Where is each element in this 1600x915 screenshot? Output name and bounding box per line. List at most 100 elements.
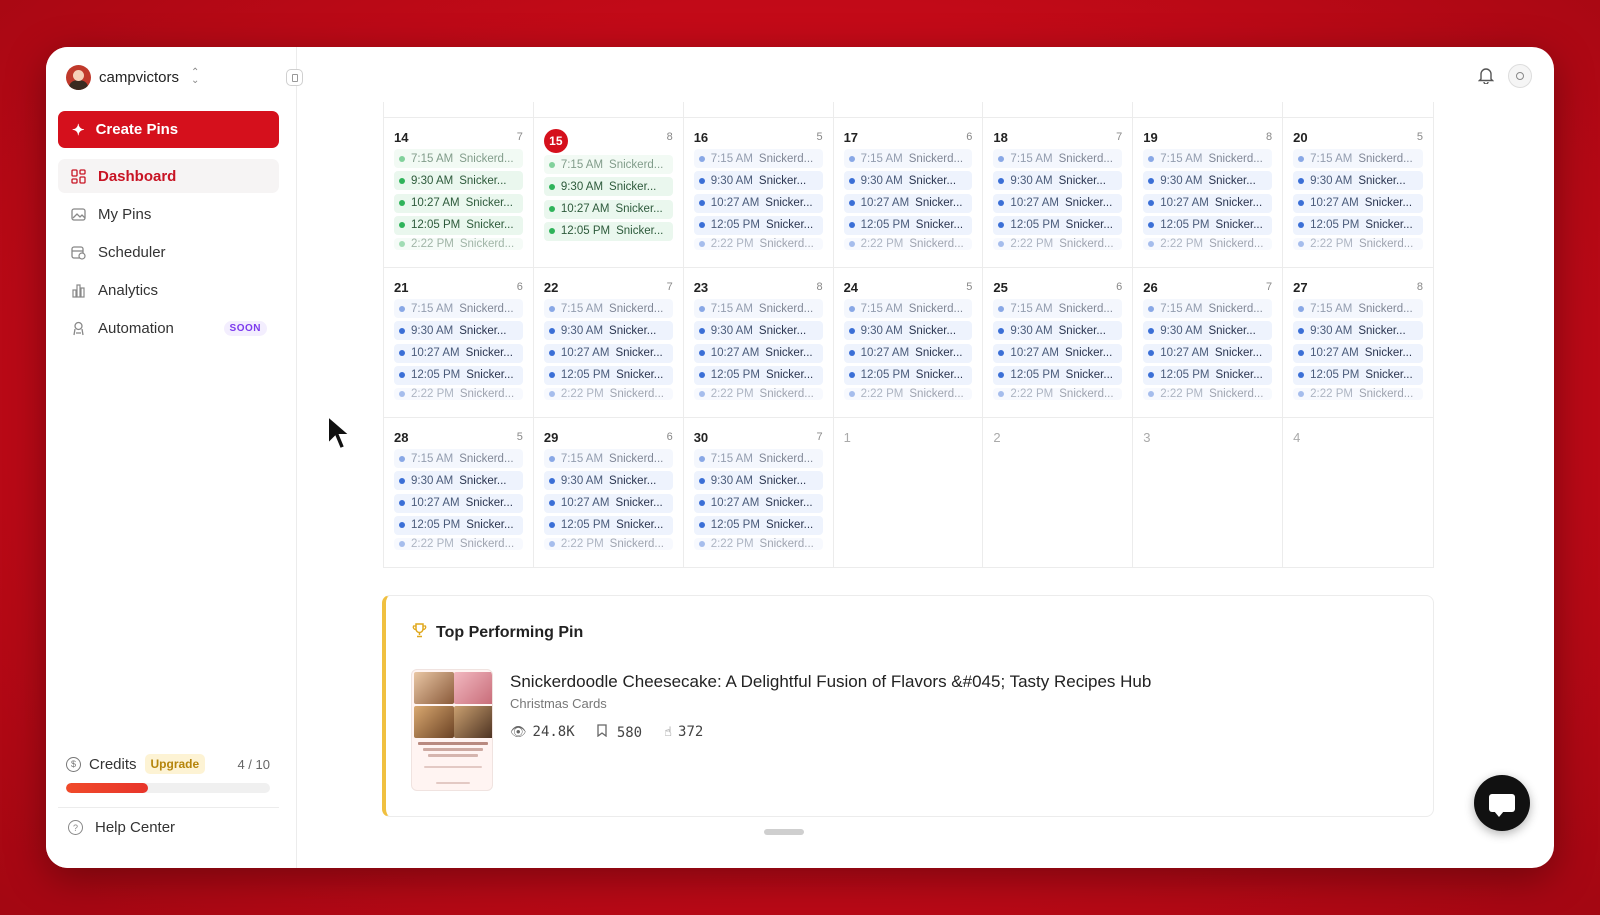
scheduled-pin-event[interactable]: 7:15 AM Snickerd... <box>543 449 673 468</box>
sidebar-item-my-pins[interactable]: My Pins <box>58 197 279 231</box>
help-center-link[interactable]: ? Help Center <box>68 819 175 836</box>
scheduled-pin-event[interactable]: 7:15 AM Snickerd... <box>993 299 1123 318</box>
scrollbar-handle[interactable] <box>764 829 804 835</box>
scheduled-pin-event[interactable]: 2:22 PM Snickerd... <box>1143 388 1273 401</box>
scheduled-pin-event[interactable]: 2:22 PM Snickerd... <box>843 388 973 401</box>
scheduled-pin-event[interactable]: 9:30 AM Snicker... <box>843 321 973 341</box>
scheduled-pin-event[interactable]: 10:27 AM Snicker... <box>1143 193 1273 213</box>
scheduled-pin-event[interactable]: 7:15 AM Snickerd... <box>1293 299 1423 318</box>
scheduled-pin-event[interactable]: 12:05 PM Snicker... <box>1293 215 1423 235</box>
sidebar-item-analytics[interactable]: Analytics <box>58 273 279 307</box>
scheduled-pin-event[interactable]: 12:05 PM Snicker... <box>693 215 823 235</box>
calendar-day-cell[interactable]: 19 8 7:15 AM Snickerd... 9:30 AM Snicker... 10… <box>1133 118 1284 268</box>
scheduled-pin-event[interactable]: 12:05 PM Snicker... <box>1143 215 1273 235</box>
user-avatar-button[interactable] <box>1508 64 1532 88</box>
pin-thumbnail[interactable] <box>411 669 493 791</box>
upgrade-button[interactable]: Upgrade <box>144 754 206 774</box>
sidebar-item-automation[interactable]: Automation SOON <box>58 311 279 345</box>
scheduled-pin-event[interactable]: 9:30 AM Snicker... <box>394 171 523 191</box>
scheduled-pin-event[interactable]: 10:27 AM Snicker... <box>993 343 1123 363</box>
calendar-day-cell[interactable]: 21 6 7:15 AM Snickerd... 9:30 AM Snicker... 10… <box>384 268 534 418</box>
scheduled-pin-event[interactable]: 2:22 PM Snickerd... <box>1293 238 1423 251</box>
calendar-day-cell[interactable]: 4 <box>1283 418 1433 568</box>
calendar-day-cell[interactable]: 22 7 7:15 AM Snickerd... 9:30 AM Snicker... 10… <box>533 268 684 418</box>
scheduled-pin-event[interactable]: 7:15 AM Snickerd... <box>693 299 823 318</box>
scheduled-pin-event[interactable]: 7:15 AM Snickerd... <box>1293 149 1423 168</box>
scheduled-pin-event[interactable]: 2:22 PM Snickerd... <box>1143 238 1273 251</box>
scheduled-pin-event[interactable]: 2:22 PM Snickerd... <box>543 538 673 551</box>
scheduled-pin-event[interactable]: 9:30 AM Snicker... <box>543 471 673 491</box>
scheduled-pin-event[interactable]: 9:30 AM Snicker... <box>693 321 823 341</box>
scheduled-pin-event[interactable]: 10:27 AM Snicker... <box>693 193 823 213</box>
calendar-day-cell[interactable]: 18 7 7:15 AM Snickerd... 9:30 AM Snicker... 10… <box>983 118 1134 268</box>
scheduled-pin-event[interactable]: 2:22 PM Snickerd... <box>693 238 823 251</box>
scheduled-pin-event[interactable]: 7:15 AM Snickerd... <box>394 449 523 468</box>
scheduled-pin-event[interactable]: 12:05 PM Snicker... <box>993 365 1123 385</box>
scheduled-pin-event[interactable]: 12:05 PM Snicker... <box>843 365 973 385</box>
scheduled-pin-event[interactable]: 10:27 AM Snicker... <box>843 193 973 213</box>
create-pins-button[interactable]: ✦ Create Pins <box>58 111 279 148</box>
scheduled-pin-event[interactable]: 12:05 PM Snicker... <box>543 365 673 385</box>
scheduled-pin-event[interactable]: 10:27 AM Snicker... <box>394 193 523 213</box>
scheduled-pin-event[interactable]: 12:05 PM Snicker... <box>1143 365 1273 385</box>
scheduled-pin-event[interactable]: 2:22 PM Snickerd... <box>394 388 523 401</box>
scheduled-pin-event[interactable]: 9:30 AM Snicker... <box>394 321 523 341</box>
calendar-day-cell[interactable]: 23 8 7:15 AM Snickerd... 9:30 AM Snicker... 10… <box>683 268 834 418</box>
scheduled-pin-event[interactable]: 9:30 AM Snicker... <box>843 171 973 191</box>
scheduled-pin-event[interactable]: 12:05 PM Snicker... <box>693 365 823 385</box>
calendar-day-cell[interactable]: 1 <box>834 418 984 568</box>
scheduled-pin-event[interactable]: 7:15 AM Snickerd... <box>543 155 673 174</box>
scheduled-pin-event[interactable]: 7:15 AM Snickerd... <box>394 149 523 168</box>
scheduled-pin-event[interactable]: 10:27 AM Snicker... <box>1293 193 1423 213</box>
scheduled-pin-event[interactable]: 12:05 PM Snicker... <box>543 515 673 535</box>
chat-support-button[interactable] <box>1474 775 1530 831</box>
scheduled-pin-event[interactable]: 7:15 AM Snickerd... <box>693 449 823 468</box>
scheduled-pin-event[interactable]: 7:15 AM Snickerd... <box>993 149 1123 168</box>
scheduled-pin-event[interactable]: 10:27 AM Snicker... <box>1143 343 1273 363</box>
scheduled-pin-event[interactable]: 2:22 PM Snickerd... <box>394 238 523 251</box>
calendar-day-cell[interactable]: 16 5 7:15 AM Snickerd... 9:30 AM Snicker... 10… <box>683 118 834 268</box>
scheduled-pin-event[interactable]: 10:27 AM Snicker... <box>543 493 673 513</box>
workspace-switcher[interactable]: campvictors ⌃ ⌄ <box>66 64 199 90</box>
calendar-day-cell[interactable]: 24 5 7:15 AM Snickerd... 9:30 AM Snicker... 10… <box>833 268 984 418</box>
scheduled-pin-event[interactable]: 2:22 PM Snickerd... <box>993 238 1123 251</box>
scheduled-pin-event[interactable]: 2:22 PM Snickerd... <box>993 388 1123 401</box>
scheduled-pin-event[interactable]: 2:22 PM Snickerd... <box>1293 388 1423 401</box>
sidebar-item-scheduler[interactable]: Scheduler <box>58 235 279 269</box>
scheduled-pin-event[interactable]: 9:30 AM Snicker... <box>693 171 823 191</box>
scheduled-pin-event[interactable]: 10:27 AM Snicker... <box>993 193 1123 213</box>
calendar-day-cell[interactable]: 30 7 7:15 AM Snickerd... 9:30 AM Snicker... 10… <box>684 418 834 568</box>
bell-icon[interactable] <box>1477 67 1496 85</box>
scheduled-pin-event[interactable]: 10:27 AM Snicker... <box>843 343 973 363</box>
scheduled-pin-event[interactable]: 2:22 PM Snickerd... <box>543 388 673 401</box>
scheduled-pin-event[interactable]: 7:15 AM Snickerd... <box>843 149 973 168</box>
scheduled-pin-event[interactable]: 9:30 AM Snicker... <box>693 471 823 491</box>
scheduled-pin-event[interactable]: 10:27 AM Snicker... <box>394 493 523 513</box>
scheduled-pin-event[interactable]: 12:05 PM Snicker... <box>993 215 1123 235</box>
scheduled-pin-event[interactable]: 12:05 PM Snicker... <box>843 215 973 235</box>
calendar-day-cell[interactable]: 17 6 7:15 AM Snickerd... 9:30 AM Snicker... 10… <box>833 118 984 268</box>
scheduled-pin-event[interactable]: 12:05 PM Snicker... <box>693 515 823 535</box>
sidebar-collapse-button[interactable] <box>286 69 303 86</box>
scheduled-pin-event[interactable]: 9:30 AM Snicker... <box>1293 171 1423 191</box>
scheduled-pin-event[interactable]: 7:15 AM Snickerd... <box>1143 149 1273 168</box>
scheduled-pin-event[interactable]: 12:05 PM Snicker... <box>394 515 523 535</box>
scheduled-pin-event[interactable]: 2:22 PM Snickerd... <box>394 538 523 551</box>
calendar-day-cell[interactable]: 20 5 7:15 AM Snickerd... 9:30 AM Snicker... 10… <box>1283 118 1433 268</box>
scheduled-pin-event[interactable]: 10:27 AM Snicker... <box>1293 343 1423 363</box>
scheduled-pin-event[interactable]: 10:27 AM Snicker... <box>543 343 673 363</box>
calendar-day-cell[interactable]: 15 8 7:15 AM Snickerd... 9:30 AM Snicker... 10… <box>533 118 684 268</box>
top-pin-title[interactable]: Snickerdoodle Cheesecake: A Delightful F… <box>510 672 1151 692</box>
calendar-day-cell[interactable]: 27 8 7:15 AM Snickerd... 9:30 AM Snicker... 10… <box>1283 268 1433 418</box>
calendar-day-cell[interactable]: 25 6 7:15 AM Snickerd... 9:30 AM Snicker... 10… <box>983 268 1134 418</box>
scheduled-pin-event[interactable]: 12:05 PM Snicker... <box>394 215 523 235</box>
scheduled-pin-event[interactable]: 2:22 PM Snickerd... <box>693 388 823 401</box>
scheduled-pin-event[interactable]: 10:27 AM Snicker... <box>394 343 523 363</box>
scheduled-pin-event[interactable]: 10:27 AM Snicker... <box>693 343 823 363</box>
scheduled-pin-event[interactable]: 9:30 AM Snicker... <box>1293 321 1423 341</box>
scheduled-pin-event[interactable]: 2:22 PM Snickerd... <box>843 238 973 251</box>
scheduled-pin-event[interactable]: 7:15 AM Snickerd... <box>543 299 673 318</box>
scheduled-pin-event[interactable]: 9:30 AM Snicker... <box>993 321 1123 341</box>
sidebar-item-dashboard[interactable]: Dashboard <box>58 159 279 193</box>
scheduled-pin-event[interactable]: 9:30 AM Snicker... <box>993 171 1123 191</box>
